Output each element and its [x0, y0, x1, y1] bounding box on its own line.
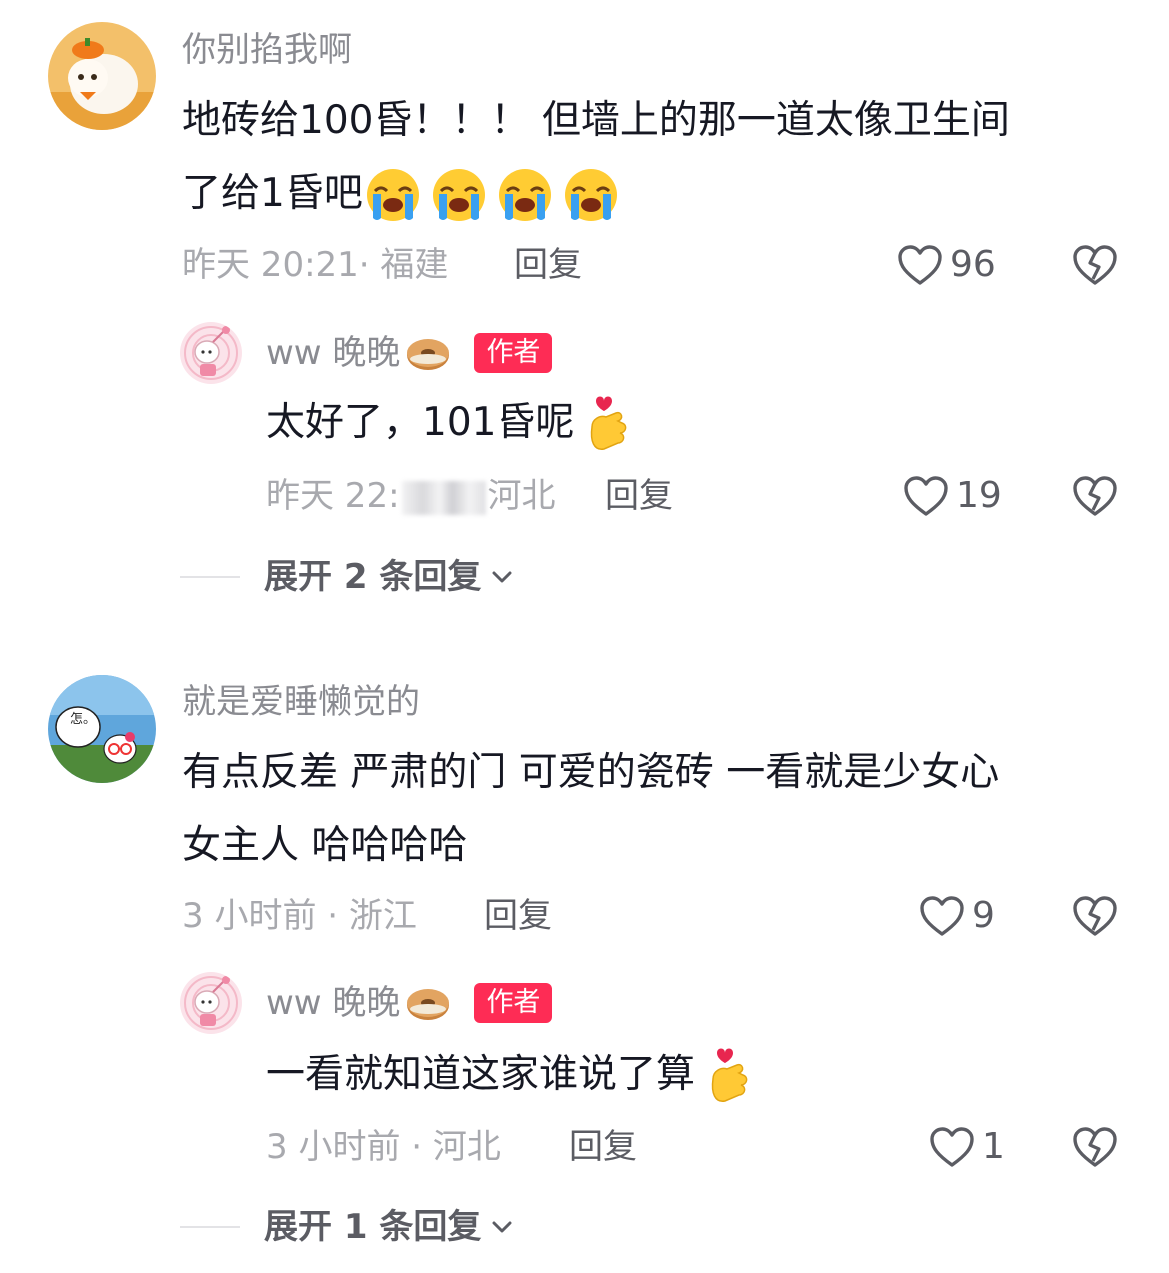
- bagel-icon: [404, 333, 452, 373]
- reply-author-row: ww 晚晚 作者: [266, 981, 553, 1025]
- author-badge: 作者: [474, 983, 553, 1023]
- comment-text-line: 了给1昏吧: [182, 171, 363, 216]
- expand-replies-label: 展开 2 条回复: [264, 557, 482, 597]
- reply-button[interactable]: 回复: [605, 474, 673, 518]
- dislike-button[interactable]: [1072, 243, 1118, 287]
- avatar-kitty[interactable]: 怎。: [48, 675, 156, 783]
- dislike-button[interactable]: [1072, 474, 1118, 518]
- reply-text: 一看就知道这家谁说了算: [266, 1038, 755, 1111]
- loudly-crying-face-icon: [429, 164, 489, 224]
- like-button[interactable]: 96: [896, 240, 996, 290]
- divider: [180, 576, 240, 578]
- reply-author-row: ww 晚晚 作者: [266, 331, 553, 375]
- comment-meta: 3 小时前 · 浙江: [182, 896, 417, 936]
- expand-replies[interactable]: 展开 2 条回复: [180, 555, 515, 599]
- comment-meta: 昨天 20:21· 福建: [182, 245, 449, 285]
- reply-button[interactable]: 回复: [514, 243, 582, 287]
- reply-meta: 昨天 22: 河北: [266, 474, 556, 518]
- reply-meta: 3 小时前 · 河北: [266, 1127, 501, 1167]
- comment-text-line: 地砖给100昏！！！ 但墙上的那一道太像卫生间: [182, 98, 1010, 143]
- broken-heart-icon: [1073, 245, 1117, 285]
- broken-heart-icon: [1073, 476, 1117, 516]
- comment-text-line: 女主人 哈哈哈哈: [182, 823, 468, 868]
- loudly-crying-face-icon: [363, 164, 423, 224]
- broken-heart-icon: [1073, 896, 1117, 936]
- reply-meta-time: 昨天 22:: [266, 476, 400, 516]
- cat-avatar-image: [48, 22, 156, 130]
- dislike-button[interactable]: [1072, 1125, 1118, 1169]
- like-count: 9: [972, 895, 995, 936]
- like-count: 1: [982, 1126, 1005, 1167]
- author-badge: 作者: [474, 333, 553, 373]
- like-button[interactable]: 19: [902, 471, 1002, 521]
- avatar-cat[interactable]: [48, 22, 156, 130]
- reply-text-line: 一看就知道这家谁说了算: [266, 1052, 696, 1097]
- heart-outline-icon: [930, 1127, 974, 1167]
- finger-heart-icon: [703, 1045, 755, 1105]
- author-avatar[interactable]: [180, 322, 242, 384]
- heart-outline-icon: [904, 476, 948, 516]
- author-avatar-image: [180, 322, 242, 384]
- comment-text: 地砖给100昏！！！ 但墙上的那一道太像卫生间 了给1昏吧: [182, 84, 1010, 230]
- loudly-crying-face-icon: [561, 164, 621, 224]
- reply-button[interactable]: 回复: [569, 1125, 637, 1169]
- heart-outline-icon: [920, 896, 964, 936]
- heart-outline-icon: [898, 245, 942, 285]
- bagel-icon: [404, 983, 452, 1023]
- like-button[interactable]: 9: [918, 891, 995, 941]
- reply-button[interactable]: 回复: [484, 894, 552, 938]
- kitty-avatar-image: 怎。: [48, 675, 156, 783]
- like-count: 19: [956, 475, 1002, 516]
- comment-username[interactable]: 就是爱睡懒觉的: [182, 680, 420, 724]
- obscured-text: [401, 480, 486, 515]
- comment-username[interactable]: 你别掐我啊: [182, 28, 352, 72]
- reply-username[interactable]: ww 晚晚: [266, 331, 400, 375]
- expand-replies-label: 展开 1 条回复: [264, 1207, 482, 1247]
- reply-username[interactable]: ww 晚晚: [266, 981, 400, 1025]
- reply-text-line: 太好了，101昏呢: [266, 400, 575, 445]
- author-avatar-image: [180, 972, 242, 1034]
- comment-text: 有点反差 严肃的门 可爱的瓷砖 一看就是少女心 女主人 哈哈哈哈: [182, 736, 999, 882]
- finger-heart-icon: [582, 393, 634, 453]
- loudly-crying-face-icon: [495, 164, 555, 224]
- author-avatar[interactable]: [180, 972, 242, 1034]
- like-button[interactable]: 1: [928, 1122, 1005, 1172]
- avatar-bubble-text: 怎。: [70, 712, 96, 727]
- reply-text: 太好了，101昏呢: [266, 386, 634, 459]
- divider: [180, 1226, 240, 1228]
- chevron-down-icon: [492, 1221, 512, 1233]
- like-count: 96: [950, 244, 996, 285]
- reply-meta-location: 河北: [487, 476, 556, 516]
- chevron-down-icon: [492, 571, 512, 583]
- dislike-button[interactable]: [1072, 894, 1118, 938]
- expand-replies[interactable]: 展开 1 条回复: [180, 1205, 515, 1249]
- broken-heart-icon: [1073, 1127, 1117, 1167]
- comment-text-line: 有点反差 严肃的门 可爱的瓷砖 一看就是少女心: [182, 750, 1000, 795]
